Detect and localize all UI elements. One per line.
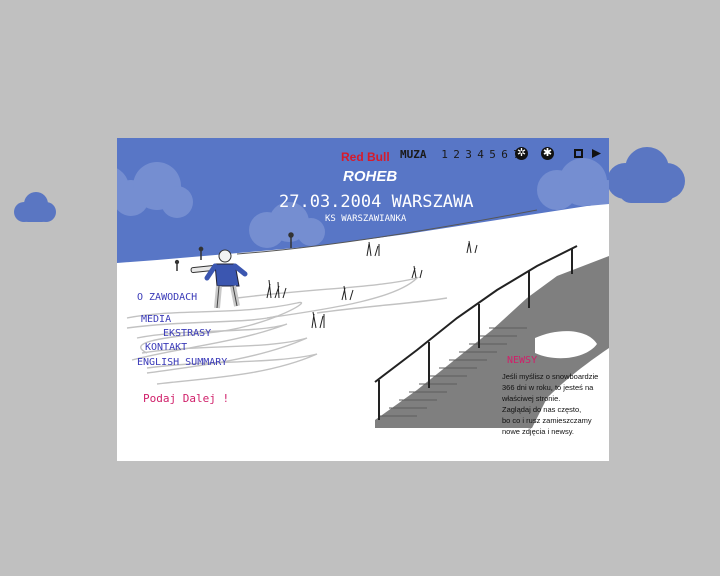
menu-item-kontakt[interactable]: KONTAKT [145,342,187,353]
track-6-button[interactable]: 6 [499,148,510,161]
track-1-button[interactable]: 1 [439,148,450,161]
continue-link[interactable]: Podaj Dalej ! [143,392,229,405]
menu-item-o-zawodach[interactable]: O ZAWODACH [137,292,197,303]
news-line: właściwej stronie. [502,394,561,403]
news-line: nowe zdjęcia i newsy. [502,427,574,436]
news-line: bo co i rusz zamieszczamy [502,416,592,425]
sponsor-logo: Red Bull [341,150,390,164]
track-4-button[interactable]: 4 [475,148,486,161]
gear-icon[interactable]: ✱ [541,146,554,160]
play-icon[interactable] [591,148,602,159]
site-frame: Red Bull ROHEB 27.03.2004 WARSZAWA KS WA… [117,138,609,461]
track-3-button[interactable]: 3 [463,148,474,161]
event-venue: KS WARSZAWIANKA [325,214,407,224]
news-line: 366 dni w roku, to jesteś na [502,383,594,392]
menu-item-media[interactable]: MEDIA [141,314,171,325]
track-2-button[interactable]: 2 [451,148,462,161]
music-label: MUZA [400,148,427,161]
track-5-button[interactable]: 5 [487,148,498,161]
cloud-left [14,192,56,222]
sound-icon[interactable]: ✲ [515,146,528,160]
track-selector: 1 2 3 4 5 6 7 [439,148,522,161]
news-body: Jeśli myślisz o snowboardzie 366 dni w r… [502,371,602,437]
news-line: Jeśli myślisz o snowboardzie [502,372,599,381]
cloud-right [607,147,685,203]
event-date: 27.03.2004 WARSZAWA [279,192,474,212]
menu-item-ekstrasy[interactable]: EKSTRASY [163,328,211,339]
news-line: Zaglądaj do nas często, [502,405,582,414]
stop-icon[interactable] [573,148,584,159]
menu-item-english-summary[interactable]: ENGLISH SUMMARY [137,357,227,368]
event-logo: ROHEB [343,168,398,185]
news-heading: NEWSY [507,355,538,366]
